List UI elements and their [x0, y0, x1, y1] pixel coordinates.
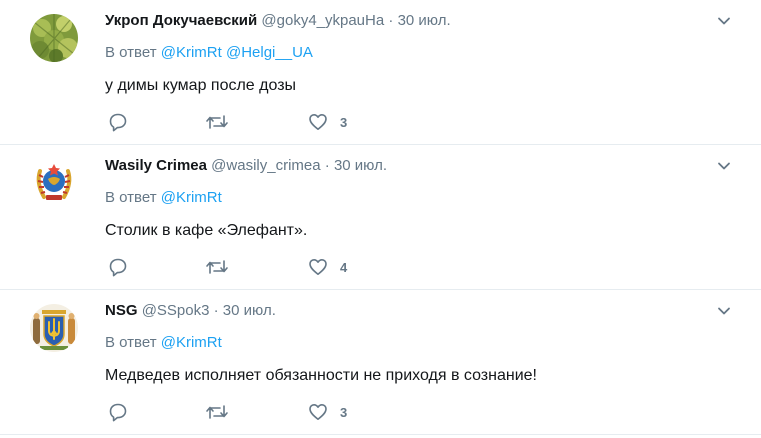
heart-icon — [309, 114, 327, 130]
like-count: 3 — [340, 114, 348, 130]
tweet-menu-button[interactable] — [717, 14, 731, 33]
tweet-timestamp[interactable]: 30 июл. — [398, 12, 451, 29]
user-name[interactable]: Укроп Докучаевский — [105, 12, 257, 29]
retweet-button[interactable] — [205, 257, 229, 277]
tweet[interactable]: Wasily Crimea @wasily_crimea · 30 июл. В… — [0, 145, 761, 290]
separator-dot: · — [324, 157, 330, 174]
tweet-timestamp[interactable]: 30 июл. — [223, 302, 276, 319]
tweet-text: Столик в кафе «Элефант». — [105, 222, 308, 239]
user-avatar[interactable] — [30, 159, 78, 207]
chevron-down-icon — [718, 162, 730, 170]
user-avatar[interactable] — [30, 14, 78, 62]
replying-to-label: В ответ — [105, 189, 157, 206]
user-handle[interactable]: @goky4_ykpauHa — [261, 12, 384, 29]
replying-to-label: В ответ — [105, 44, 157, 61]
mention-link[interactable]: @KrimRt — [161, 44, 222, 61]
soviet-emblem-avatar-icon — [30, 159, 78, 207]
retweet-icon — [206, 115, 228, 129]
user-avatar[interactable] — [30, 304, 78, 352]
reply-button[interactable] — [108, 257, 128, 277]
reply-button[interactable] — [108, 402, 128, 422]
separator-dot: · — [213, 302, 219, 319]
like-button[interactable]: 3 — [308, 402, 347, 422]
like-count: 3 — [340, 404, 348, 420]
replying-to: В ответ @KrimRt @Helgi__UA — [105, 43, 741, 63]
heart-icon — [309, 259, 327, 275]
like-button[interactable]: 3 — [308, 112, 347, 132]
reply-icon — [109, 258, 127, 277]
reply-icon — [109, 403, 127, 422]
user-name[interactable]: Wasily Crimea — [105, 157, 207, 174]
chevron-down-icon — [718, 307, 730, 315]
replying-to: В ответ @KrimRt — [105, 188, 741, 208]
mention-link[interactable]: @Helgi__UA — [226, 44, 313, 61]
like-count: 4 — [340, 259, 348, 275]
retweet-icon — [206, 260, 228, 274]
heart-icon — [309, 404, 327, 420]
ukraine-coat-of-arms-avatar-icon — [30, 304, 78, 352]
mention-link[interactable]: @KrimRt — [161, 189, 222, 206]
mention-link[interactable]: @KrimRt — [161, 334, 222, 351]
reply-icon — [109, 113, 127, 132]
dill-plant-avatar-icon — [30, 14, 78, 62]
tweet[interactable]: NSG @SSpok3 · 30 июл. В ответ @KrimRt Ме… — [0, 290, 761, 435]
retweet-button[interactable] — [205, 402, 229, 422]
retweet-button[interactable] — [205, 112, 229, 132]
retweet-icon — [206, 405, 228, 419]
tweet[interactable]: Укроп Докучаевский @goky4_ykpauHa · 30 и… — [0, 0, 761, 145]
like-button[interactable]: 4 — [308, 257, 347, 277]
tweet-menu-button[interactable] — [717, 159, 731, 178]
tweet-header: Укроп Докучаевский @goky4_ykpauHa · 30 и… — [105, 11, 741, 31]
reply-button[interactable] — [108, 112, 128, 132]
replying-to: В ответ @KrimRt — [105, 333, 741, 353]
tweet-menu-button[interactable] — [717, 304, 731, 323]
tweet-text: у димы кумар после дозы — [105, 77, 297, 94]
tweet-header: NSG @SSpok3 · 30 июл. — [105, 301, 741, 321]
user-handle[interactable]: @wasily_crimea — [211, 157, 320, 174]
user-name[interactable]: NSG — [105, 302, 138, 319]
user-handle[interactable]: @SSpok3 — [142, 302, 210, 319]
tweet-timestamp[interactable]: 30 июл. — [334, 157, 387, 174]
replying-to-label: В ответ — [105, 334, 157, 351]
separator-dot: · — [388, 12, 394, 29]
tweet-text: Медведев исполняет обязанности не приход… — [105, 367, 537, 384]
tweet-header: Wasily Crimea @wasily_crimea · 30 июл. — [105, 156, 741, 176]
chevron-down-icon — [718, 17, 730, 25]
